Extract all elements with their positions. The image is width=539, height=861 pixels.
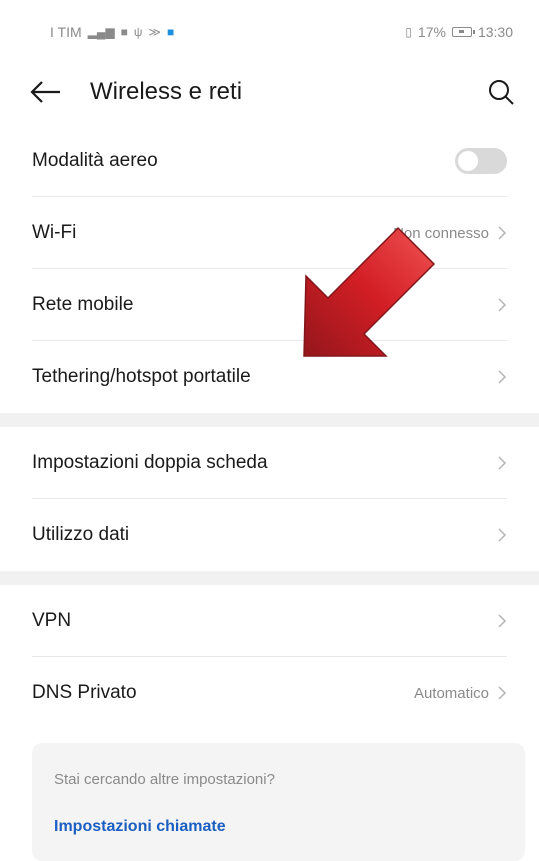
- chevron-right-icon: [498, 614, 507, 628]
- wifi-row[interactable]: Wi-Fi Non connesso: [0, 197, 539, 269]
- arrow-left-icon[interactable]: [28, 76, 64, 108]
- usb-icon: ψ: [133, 25, 143, 39]
- chevron-right-icon: [498, 528, 507, 542]
- suggestion-card: Stai cercando altre impostazioni? Impost…: [32, 743, 525, 861]
- status-right: ▯ 17% 13:30: [405, 24, 513, 40]
- dual-sim-row[interactable]: Impostazioni doppia scheda: [0, 427, 539, 499]
- airplane-mode-toggle[interactable]: [455, 148, 507, 174]
- private-dns-status: Automatico: [413, 684, 489, 702]
- chevron-right-icon: [498, 370, 507, 384]
- row-label: Utilizzo dati: [32, 524, 130, 545]
- settings-list: Modalità aereo Wi-Fi Non connesso Rete m…: [0, 125, 539, 729]
- hotspot-icon: ≫: [148, 25, 161, 39]
- chevron-right-icon: [498, 298, 507, 312]
- app-bar: Wireless e reti: [0, 64, 539, 120]
- signal-icon: ▂▄▆: [87, 25, 115, 39]
- status-left: I TIM ▂▄▆ ■ ψ ≫ ■: [50, 24, 174, 40]
- data-usage-row[interactable]: Utilizzo dati: [0, 499, 539, 571]
- wifi-status: Non connesso: [393, 224, 489, 242]
- vibrate-icon: ▯: [405, 25, 412, 39]
- toggle-knob: [458, 151, 478, 171]
- chevron-right-icon: [498, 686, 507, 700]
- section-divider: [0, 413, 539, 427]
- row-label: Tethering/hotspot portatile: [32, 366, 251, 387]
- private-dns-row[interactable]: DNS Privato Automatico: [0, 657, 539, 729]
- row-label: VPN: [32, 610, 72, 631]
- row-label: Wi-Fi: [32, 222, 77, 243]
- row-label: Impostazioni doppia scheda: [32, 452, 268, 473]
- airplane-mode-row[interactable]: Modalità aereo: [0, 125, 539, 197]
- page-title: Wireless e reti: [90, 78, 243, 105]
- carrier-label: I TIM: [50, 24, 82, 40]
- tethering-hotspot-row[interactable]: Tethering/hotspot portatile: [0, 341, 539, 413]
- status-bar: I TIM ▂▄▆ ■ ψ ≫ ■ ▯ 17% 13:30: [0, 0, 539, 64]
- section-divider: [0, 571, 539, 585]
- row-label: DNS Privato: [32, 682, 137, 703]
- battery-icon: [451, 27, 475, 37]
- vpn-row[interactable]: VPN: [0, 585, 539, 657]
- suggestion-question: Stai cercando altre impostazioni?: [54, 771, 275, 788]
- row-label: Rete mobile: [32, 294, 134, 315]
- chevron-right-icon: [498, 226, 507, 240]
- row-label: Modalità aereo: [32, 150, 158, 171]
- app-notification-icon: ■: [166, 25, 175, 39]
- chevron-right-icon: [498, 456, 507, 470]
- search-icon[interactable]: [485, 76, 517, 108]
- clock: 13:30: [477, 24, 513, 40]
- call-settings-link[interactable]: Impostazioni chiamate: [54, 818, 503, 836]
- battery-percent: 17%: [417, 24, 446, 40]
- mobile-network-row[interactable]: Rete mobile: [0, 269, 539, 341]
- notification-icon: ■: [120, 25, 128, 39]
